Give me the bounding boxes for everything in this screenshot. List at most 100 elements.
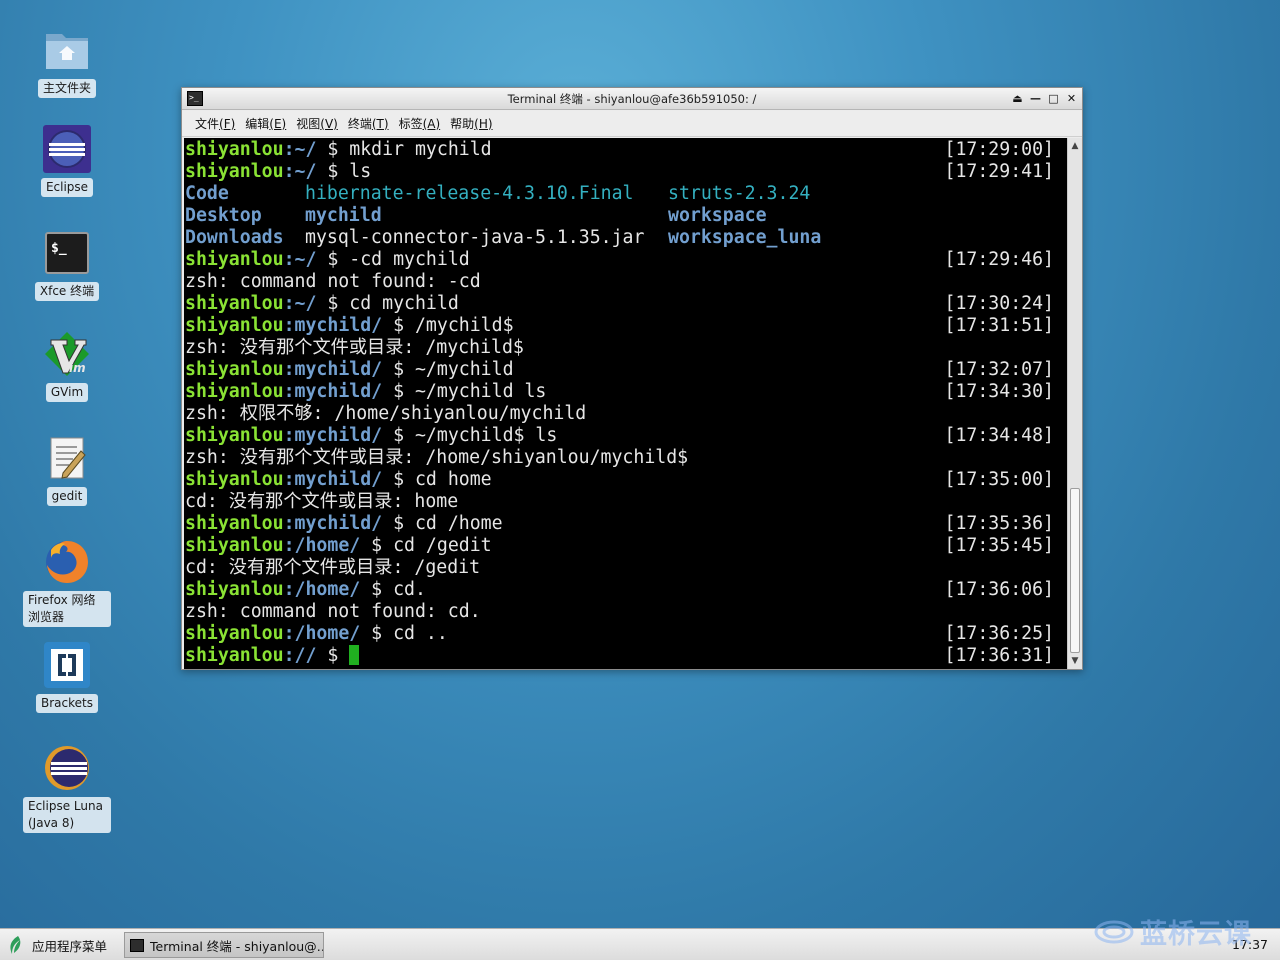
command-text: $ cd. [360, 579, 426, 600]
terminal-window-icon[interactable]: >_ [187, 91, 203, 106]
taskbar: 应用程序菜单 Terminal 终端 - shiyanlou@… 17:37 [0, 928, 1280, 960]
maximize-button[interactable]: □ [1046, 91, 1061, 106]
timestamp: [17:35:00] [944, 469, 1055, 490]
applications-menu-button[interactable]: 应用程序菜单 [6, 933, 107, 957]
menu-file-label: 文件 [195, 116, 220, 131]
menu-bar: 文件(F) 编辑(E) 视图(V) 终端(T) 标签(A) 帮助(H) [182, 111, 1082, 137]
menu-edit[interactable]: 编辑(E) [240, 111, 291, 137]
prompt-path: ~/ [294, 161, 317, 182]
scroll-down-arrow-icon[interactable]: ▼ [1068, 654, 1082, 668]
terminal-output-line: zsh: command not found: -cd [185, 271, 481, 292]
lanqiao-logo-icon [1094, 920, 1134, 943]
desktop-icon-gedit[interactable]: gedit [21, 434, 113, 506]
ls-entry: mysql-connector-java-5.1.35.jar [305, 227, 645, 248]
eclipse-label: Eclipse [40, 178, 94, 197]
window-controls: ⏏ — □ ✕ [1010, 91, 1079, 106]
window-titlebar[interactable]: >_ Terminal 终端 - shiyanlou@afe36b591050:… [182, 88, 1082, 110]
command-text: $ /mychild$ [382, 315, 514, 336]
ls-entry: Downloads [185, 227, 284, 248]
prompt-user: shiyanlou [185, 469, 284, 490]
svg-text:im: im [69, 361, 86, 375]
shade-button[interactable]: ⏏ [1010, 91, 1025, 106]
home-folder-label: 主文件夹 [37, 79, 96, 98]
prompt-user: shiyanlou [185, 645, 284, 666]
menu-help[interactable]: 帮助(H) [445, 111, 497, 137]
timestamp: [17:29:00] [944, 139, 1055, 160]
close-button[interactable]: ✕ [1064, 91, 1079, 106]
prompt-path: ~/ [294, 249, 317, 270]
prompt-user: shiyanlou [185, 359, 284, 380]
terminal-output-line: zsh: command not found: cd. [185, 601, 481, 622]
terminal-output-line: cd: 没有那个文件或目录: home [185, 491, 459, 512]
terminal-line: shiyanlou:~/ $ -cd mychild [17:29:46] [185, 249, 1055, 270]
ls-entry: hibernate-release-4.3.10.Final [305, 183, 634, 204]
terminal-icon: $_ [43, 229, 91, 277]
desktop-icon-gvim[interactable]: im GVim [21, 330, 113, 402]
ls-output-row: Desktop mychild workspace [184, 205, 1067, 227]
command-text: $ ~/mychild [382, 359, 514, 380]
menu-terminal[interactable]: 终端(T) [343, 111, 394, 137]
menu-view[interactable]: 视图(V) [291, 111, 343, 137]
menu-help-key: (H) [474, 116, 493, 131]
menu-edit-key: (E) [269, 116, 287, 131]
menu-terminal-key: (T) [371, 116, 389, 131]
ls-output-row: Code hibernate-release-4.3.10.Final struts… [184, 183, 1067, 205]
ls-entry: struts-2.3.24 [668, 183, 811, 204]
prompt-path: mychild/ [294, 513, 383, 534]
terminal-line: shiyanlou:mychild/ $ ~/mychild$ ls [17:34… [185, 425, 1055, 446]
timestamp: [17:34:48] [944, 425, 1055, 446]
timestamp: [17:36:31] [944, 645, 1055, 666]
eclipse-luna-label: Eclipse Luna (Java 8) [23, 797, 111, 833]
menu-file-key: (F) [219, 116, 236, 131]
xfce-leaf-icon [10, 936, 21, 954]
eclipse-luna-icon [43, 744, 91, 792]
window-title: Terminal 终端 - shiyanlou@afe36b591050: / [507, 92, 757, 106]
scroll-up-arrow-icon[interactable]: ▲ [1068, 139, 1082, 153]
terminal-output-line: zsh: 权限不够: /home/shiyanlou/mychild [185, 403, 587, 424]
terminal-line: shiyanlou:~/ $ mkdir mychild [17:29:00] [185, 139, 1055, 160]
watermark-text: 蓝桥云课 [1140, 919, 1252, 950]
menu-file[interactable]: 文件(F) [190, 111, 240, 137]
menu-tabs[interactable]: 标签(A) [394, 111, 446, 137]
terminal-line: shiyanlou:~/ $ ls [17:29:41] [185, 161, 1054, 182]
command-text: $ cd /gedit [360, 535, 492, 556]
timestamp: [17:30:24] [944, 293, 1055, 314]
desktop-icon-brackets[interactable]: Brackets [21, 641, 113, 713]
desktop-icon-home-folder[interactable]: 主文件夹 [21, 26, 113, 98]
command-text: $ cd .. [360, 623, 448, 644]
taskbar-terminal-button[interactable]: Terminal 终端 - shiyanlou@… [124, 932, 324, 958]
desktop-icon-xfce-terminal[interactable]: $_ Xfce 终端 [21, 229, 113, 301]
terminal-output-line: zsh: 没有那个文件或目录: /home/shiyanlou/mychild$ [185, 447, 689, 468]
terminal-output-line: cd: 没有那个文件或目录: /gedit [185, 557, 481, 578]
prompt-user: shiyanlou [185, 425, 284, 446]
ls-output-row: Downloads mysql-connector-java-5.1.35.jar… [184, 227, 1067, 249]
desktop-icon-firefox[interactable]: Firefox 网络浏览器 [21, 538, 113, 627]
terminal-line: shiyanlou:mychild/ $ cd home [17:35:00] [185, 469, 1055, 490]
prompt-path: // [294, 645, 317, 666]
scrollbar-thumb[interactable] [1070, 488, 1080, 653]
command-text: $ [316, 645, 350, 666]
timestamp: [17:35:45] [944, 535, 1055, 556]
timestamp: [17:29:46] [944, 249, 1055, 270]
terminal-line: shiyanlou:mychild/ $ cd /home [17:35:36] [185, 513, 1054, 534]
prompt-path: mychild/ [294, 425, 383, 446]
prompt-user: shiyanlou [185, 535, 284, 556]
timestamp: [17:34:30] [944, 381, 1055, 402]
minimize-button[interactable]: — [1028, 91, 1043, 106]
command-text: $ cd home [382, 469, 492, 490]
terminal-scrollbar[interactable]: ▲ ▼ [1067, 138, 1082, 669]
desktop-icon-eclipse[interactable]: Eclipse [21, 125, 113, 197]
menu-view-label: 视图 [296, 116, 321, 131]
prompt-path: ~/ [294, 139, 317, 160]
terminal-output[interactable]: shiyanlou:~/ $ mkdir mychild [17:29:00] s… [184, 138, 1067, 669]
taskbar-terminal-label: Terminal 终端 - shiyanlou@… [150, 938, 324, 954]
command-text: $ cd mychild [316, 293, 459, 314]
gedit-label: gedit [46, 487, 88, 506]
terminal-line-current: shiyanlou:// $ [17:36:31] [185, 645, 1055, 666]
text-editor-icon [43, 434, 91, 482]
prompt-path: /home/ [294, 623, 361, 644]
terminal-small-icon [130, 938, 144, 952]
desktop-icon-eclipse-luna[interactable]: Eclipse Luna (Java 8) [21, 744, 113, 833]
terminal-window: >_ Terminal 终端 - shiyanlou@afe36b591050:… [181, 87, 1083, 670]
timestamp: [17:36:25] [944, 623, 1055, 644]
